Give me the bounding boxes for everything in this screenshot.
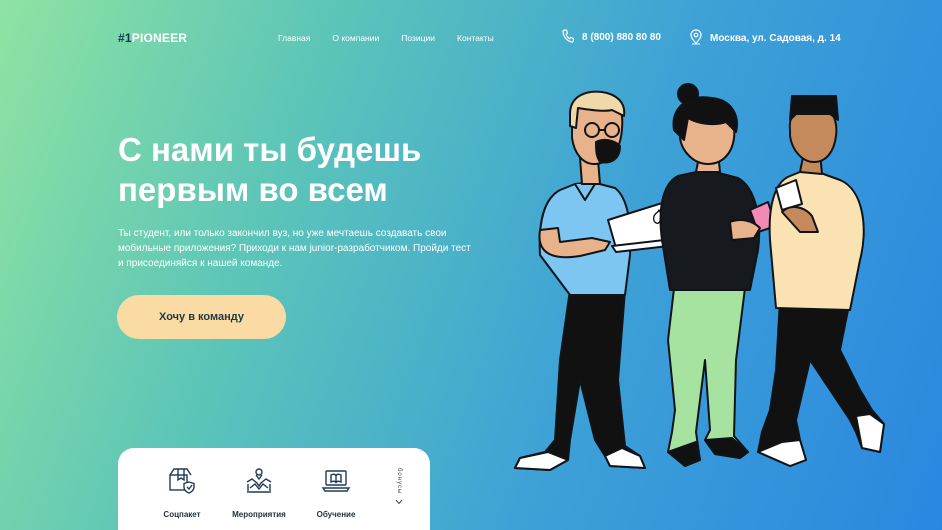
benefit-label: Мероприятия — [232, 510, 286, 519]
box-shield-icon — [167, 466, 197, 501]
handshake-icon — [244, 466, 274, 501]
nav-item-about[interactable]: О компании — [332, 33, 379, 43]
benefit-social-package[interactable]: Соцпакет — [150, 466, 214, 519]
benefit-label: Соцпакет — [163, 510, 201, 519]
laptop-book-icon — [321, 466, 351, 501]
address-text: Москва, ул. Садовая, д. 14 — [710, 33, 841, 44]
bonus-scroll[interactable]: бонусы — [392, 468, 406, 507]
person-middle — [659, 83, 777, 467]
main-nav: Главная О компании Позиции Контакты — [278, 33, 494, 43]
nav-item-contacts[interactable]: Контакты — [457, 33, 494, 43]
person-right — [757, 95, 885, 467]
logo[interactable]: #1PIONEER — [118, 31, 187, 45]
bonus-label: бонусы — [396, 468, 402, 495]
phone-contact[interactable]: 8 (800) 880 80 80 — [562, 29, 661, 46]
benefit-events[interactable]: Мероприятия — [227, 466, 291, 519]
phone-icon — [562, 29, 575, 46]
benefit-label: Обучение — [316, 510, 356, 519]
benefits-card: Соцпакет Мероприятия Обучение бонусы — [118, 448, 430, 530]
chevron-down-icon — [395, 498, 403, 507]
team-illustration — [500, 80, 900, 485]
nav-item-positions[interactable]: Позиции — [401, 33, 435, 43]
hero-title: С нами ты будешь первым во всем — [118, 131, 422, 208]
benefit-education[interactable]: Обучение — [304, 466, 368, 519]
address[interactable]: Москва, ул. Садовая, д. 14 — [689, 29, 841, 48]
logo-hash: #1 — [118, 31, 132, 45]
phone-number: 8 (800) 880 80 80 — [582, 32, 661, 43]
location-pin-icon — [689, 29, 703, 48]
join-team-button[interactable]: Хочу в команду — [117, 295, 286, 339]
hero-description: Ты студент, или только закончил вуз, но … — [118, 228, 471, 269]
nav-item-home[interactable]: Главная — [278, 33, 310, 43]
person-left — [514, 90, 687, 471]
logo-name: PIONEER — [131, 31, 188, 45]
